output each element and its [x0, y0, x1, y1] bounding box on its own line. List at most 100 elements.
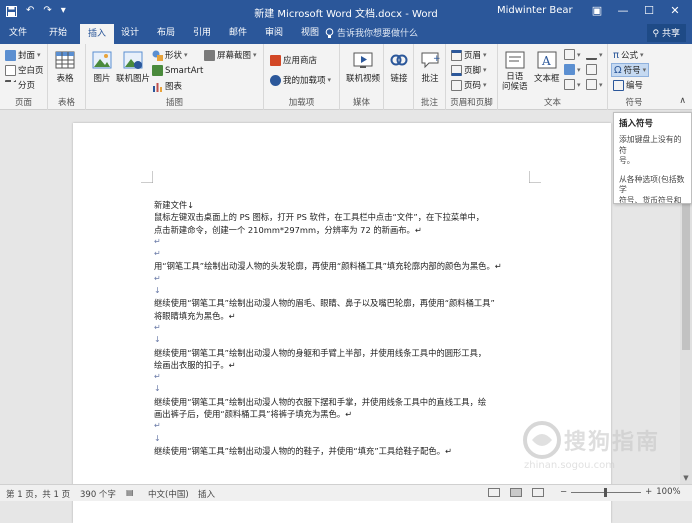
greeting-label: 日语 问候语: [502, 72, 528, 92]
tab-design[interactable]: 设计: [121, 26, 139, 40]
wordart-greeting-button[interactable]: 日语 问候语: [502, 50, 528, 92]
wordart-icon: [564, 64, 575, 75]
zoom-slider-knob[interactable]: [604, 487, 608, 497]
footer-label: 页脚: [464, 66, 482, 76]
share-button[interactable]: ⚲ 共享: [646, 24, 686, 42]
object-button[interactable]: ▾: [586, 79, 603, 90]
page-count[interactable]: 第 1 页，共 1 页: [6, 488, 70, 500]
wordart-button[interactable]: ▾: [564, 64, 581, 75]
footer-button[interactable]: 页脚 ▾: [451, 64, 487, 76]
group-tables: 表格 表格: [48, 44, 86, 110]
print-layout-icon[interactable]: [510, 488, 522, 497]
user-name[interactable]: Midwinter Bear: [497, 5, 573, 16]
group-label-symbols: 符号: [625, 98, 643, 108]
signature-line-button[interactable]: ▾: [586, 49, 603, 60]
group-label-illustrations: 插图: [165, 98, 183, 108]
language[interactable]: 中文(中国): [148, 488, 189, 500]
read-mode-icon[interactable]: [488, 488, 500, 497]
header-label: 页眉: [464, 51, 482, 61]
picture-button[interactable]: 图片: [92, 50, 112, 84]
page-break-label: 分页: [18, 81, 36, 91]
scroll-down-icon[interactable]: ▼: [680, 474, 692, 482]
equation-label: 公式: [621, 51, 639, 61]
number-button[interactable]: 编号: [613, 79, 643, 91]
my-addins-icon: [270, 74, 281, 86]
zoom-slider[interactable]: [571, 487, 642, 497]
zoom-level[interactable]: 100%: [656, 487, 680, 497]
comment-button[interactable]: + 批注: [420, 50, 440, 84]
doc-line-3: 点击新建命令，创建一个 210mm*297mm，分辨率为 72 的新画布。↵: [154, 224, 422, 235]
document-body[interactable]: 新建文件↓ 鼠标左键双击桌面上的 PS 图标，打开 PS 软件，在工具栏中点击“…: [154, 199, 534, 457]
tell-me-search[interactable]: 告诉我你想要做什么: [337, 26, 418, 39]
footer-icon: [451, 64, 462, 76]
shapes-button[interactable]: 形状 ▾: [152, 49, 188, 61]
date-time-button[interactable]: [586, 64, 597, 75]
screenshot-button[interactable]: 屏幕截图 ▾: [204, 49, 257, 61]
table-button[interactable]: 表格: [55, 50, 75, 84]
group-label-comments: 批注: [420, 98, 438, 108]
my-addins-button[interactable]: 我的加载项 ▾: [270, 74, 331, 86]
tooltip-title: 插入符号: [619, 119, 654, 129]
doc-line-16: ↓: [154, 384, 161, 394]
group-label-tables: 表格: [57, 98, 75, 108]
online-picture-button[interactable]: 联机图片: [116, 50, 150, 84]
group-pages: 封面 ▾ 空白页 分页 页面: [0, 44, 48, 110]
link-button[interactable]: 链接: [389, 50, 409, 84]
cover-page-label: 封面: [18, 51, 36, 61]
store-button[interactable]: 应用商店: [270, 54, 317, 66]
chart-button[interactable]: 图表: [152, 80, 182, 92]
symbol-tooltip: 插入符号 添加键盘上没有的符 号。 从各种选项(包括数学 符号、货币符号和版 权…: [613, 112, 692, 204]
zoom-in-button[interactable]: +: [645, 487, 652, 497]
minimize-button[interactable]: —: [610, 2, 636, 20]
tab-view[interactable]: 视图: [301, 26, 319, 40]
watermark-url: zhinan.sogou.com: [524, 460, 616, 471]
close-button[interactable]: ✕: [662, 2, 688, 20]
greeting-icon: [505, 51, 525, 69]
input-mode[interactable]: 插入: [198, 488, 215, 500]
share-label: 共享: [661, 29, 680, 39]
cover-page-button[interactable]: 封面 ▾: [5, 49, 41, 61]
doc-line-17: 继续使用“钢笔工具”绘制出动漫人物的衣服下摆和手掌，并使用线条工具中的直线工具，…: [154, 396, 487, 407]
quick-parts-button[interactable]: ▾: [564, 49, 581, 60]
drop-cap-button[interactable]: ▾: [564, 79, 581, 90]
my-addins-label: 我的加载项: [283, 76, 326, 86]
smartart-label: SmartArt: [165, 65, 204, 76]
tab-layout[interactable]: 布局: [157, 26, 175, 40]
link-label: 链接: [390, 74, 408, 84]
tab-references[interactable]: 引用: [193, 26, 211, 40]
word-count[interactable]: 390 个字: [80, 488, 116, 500]
page-number-icon: [451, 79, 462, 91]
doc-line-10: 将眼睛填充为黑色。↵: [154, 310, 236, 321]
page-break-button[interactable]: 分页: [5, 79, 35, 91]
header-button[interactable]: 页眉 ▾: [451, 49, 487, 61]
chart-icon: [153, 82, 162, 92]
tab-file[interactable]: 文件: [9, 26, 27, 40]
tab-insert[interactable]: 插入: [80, 24, 115, 44]
zoom-out-button[interactable]: −: [560, 487, 567, 497]
web-layout-icon[interactable]: [532, 488, 544, 497]
chart-label: 图表: [165, 82, 183, 92]
proofing-icon[interactable]: ▤: [126, 488, 134, 497]
tab-mailings[interactable]: 邮件: [229, 26, 247, 40]
tab-review[interactable]: 审阅: [265, 26, 283, 40]
textbox-button[interactable]: A 文本框: [534, 50, 560, 84]
pi-icon: π: [613, 49, 620, 61]
drop-cap-icon: [564, 79, 575, 90]
equation-button[interactable]: π 公式 ▾: [613, 49, 644, 62]
object-icon: [586, 79, 597, 90]
doc-line-14: 绘画出衣服的扣子。↵: [154, 359, 236, 370]
svg-text:+: +: [433, 54, 440, 64]
ribbon-display-options-icon[interactable]: ▣: [584, 2, 610, 20]
maximize-button[interactable]: ☐: [636, 2, 662, 20]
symbol-button[interactable]: Ω 符号 ▾: [611, 63, 650, 77]
collapse-ribbon-icon[interactable]: ∧: [679, 96, 686, 106]
blank-page-button[interactable]: 空白页: [5, 64, 44, 76]
tab-home[interactable]: 开始: [49, 26, 67, 40]
smartart-button[interactable]: SmartArt: [152, 65, 203, 76]
online-video-label: 联机视频: [346, 74, 381, 84]
doc-line-13: 继续使用“钢笔工具”绘制出动漫人物的身躯和手臂上半部，并使用线条工具中的圆形工具…: [154, 347, 487, 358]
online-video-button[interactable]: 联机视频: [346, 50, 380, 84]
page-number-button[interactable]: 页码 ▾: [451, 79, 487, 91]
group-label-text: 文本: [543, 98, 561, 108]
margin-corner-top-left: [141, 171, 153, 183]
